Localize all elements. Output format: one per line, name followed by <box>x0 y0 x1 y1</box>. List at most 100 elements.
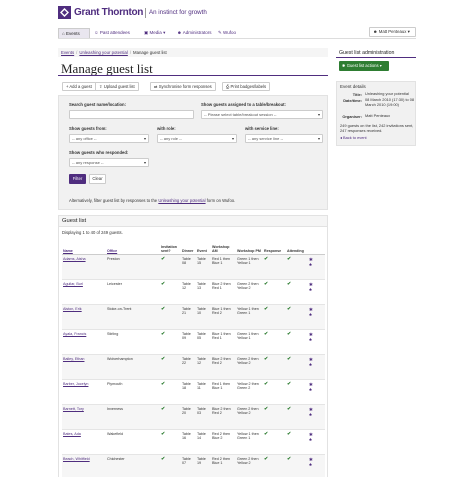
response-cell: ✔ <box>263 254 286 280</box>
breadcrumb-separator: / <box>129 50 132 55</box>
back-to-event-link[interactable]: ◂ Back to event <box>340 135 367 140</box>
users-icon[interactable]: ♣ <box>309 312 324 317</box>
invitation-sent-cell: ✔ <box>160 454 181 477</box>
dinner-cell: Table 09 <box>181 329 196 355</box>
role-select[interactable]: -- any role -- ▾ <box>157 134 237 143</box>
office-select[interactable]: -- any office -- ▾ <box>69 134 149 143</box>
workshop-am-cell: Red 1 then Blue 1 <box>211 254 236 280</box>
check-icon: ✔ <box>264 380 269 387</box>
guest-name-link[interactable]: Aguilar, Burl <box>63 282 83 286</box>
nav-media[interactable]: ▣ Media ▾ <box>141 28 168 38</box>
workshop-am-cell: Blue 2 then Red 2 <box>211 354 236 380</box>
breadcrumb-separator: / <box>76 50 78 55</box>
nav-administrators[interactable]: ☻ Administrators <box>174 28 215 38</box>
dinner-cell: Table 08 <box>181 254 196 280</box>
breadcrumb-events[interactable]: Events <box>61 50 74 55</box>
attending-cell: ✔ <box>286 254 308 280</box>
check-icon: ✔ <box>264 405 269 412</box>
guest-name-link[interactable]: Bates, Ada <box>63 432 81 436</box>
search-input[interactable] <box>69 110 194 119</box>
users-icon[interactable]: ♣ <box>309 362 324 367</box>
wufoo-filter-note: Alternatively, filter guest list by resp… <box>69 198 235 203</box>
user-menu[interactable]: ☻ Matt Penteaux ▾ <box>369 27 416 37</box>
add-guest-button[interactable]: + Add a guest <box>62 82 96 91</box>
users-icon[interactable]: ♣ <box>309 437 324 442</box>
guest-list-actions-button[interactable]: ✱ Guest list actions ▾ <box>339 61 389 71</box>
assigned-select[interactable]: -- Please select table/breakout session … <box>201 110 323 119</box>
upload-guest-list-button[interactable]: ⇧ Upload guest list <box>95 82 139 91</box>
check-icon: ✔ <box>264 430 269 437</box>
blank-cell <box>152 329 160 355</box>
dinner-cell: Table 22 <box>181 354 196 380</box>
response-cell: ✔ <box>263 354 286 380</box>
actions-cell: ✱ ♣ <box>308 254 325 280</box>
column-header-workshop-pm: Workshop PM <box>236 240 263 255</box>
column-header-office[interactable]: Office <box>106 240 152 255</box>
workshop-pm-cell: Yellow 2 then Green 2 <box>236 379 263 405</box>
wufoo-form-link[interactable]: Unleashing your potential <box>158 198 205 203</box>
nav-wufoo[interactable]: ✎ Wufoo <box>215 28 239 38</box>
users-icon[interactable]: ♣ <box>309 337 324 342</box>
check-icon: ✔ <box>264 455 269 462</box>
guest-name-link[interactable]: Barber, Jocelyn <box>63 382 88 386</box>
blank-cell <box>152 354 160 380</box>
filter-button[interactable]: Filter <box>69 174 86 184</box>
check-icon: ✔ <box>287 455 292 462</box>
office-cell: Inverness <box>106 404 152 430</box>
organiser-value: Matt Penteaux <box>365 113 391 118</box>
check-icon: ✔ <box>287 280 292 287</box>
check-icon: ✔ <box>264 280 269 287</box>
check-icon: ✔ <box>161 355 166 362</box>
nav-label: Wufoo <box>223 30 236 35</box>
nav-past-attendees[interactable]: ☺ Past attendees <box>91 28 133 38</box>
responded-label: Show guests who responded: <box>69 150 129 155</box>
workshop-am-cell: Red 2 then Blue 1 <box>211 454 236 477</box>
guest-name-link[interactable]: Alston, Erik <box>63 307 82 311</box>
guest-name-link[interactable]: Barnett, Tory <box>63 407 84 411</box>
breadcrumb: Events / Unleashing your potential / Manage … <box>58 48 328 57</box>
users-icon[interactable]: ♣ <box>309 412 324 417</box>
synchronise-responses-button[interactable]: ⇄ Synchronise form responses <box>150 82 216 91</box>
guest-name-link[interactable]: Bailey, Ethan <box>63 357 84 361</box>
check-icon: ✔ <box>287 380 292 387</box>
invitation-sent-cell: ✔ <box>160 304 181 330</box>
workshop-am-cell: Red 2 then Blue 2 <box>211 429 236 455</box>
column-header-label[interactable]: Office <box>107 249 117 253</box>
office-cell: Stirling <box>106 329 152 355</box>
guest-name-link[interactable]: Beach, Whitfield <box>63 457 90 461</box>
workshop-am-cell: Blue 2 then Red 2 <box>211 404 236 430</box>
attending-cell: ✔ <box>286 329 308 355</box>
table-row: Ayala, Francis Stirling ✔ Table 09 Table 05 B… <box>62 329 325 355</box>
print-badges-button[interactable]: ⎙ Print badges/labels <box>222 82 271 91</box>
workshop-am-cell: Blue 2 then Red 1 <box>211 279 236 305</box>
office-cell: Preston <box>106 254 152 280</box>
nav-events[interactable]: ⌂ Events <box>58 28 90 38</box>
invitation-sent-cell: ✔ <box>160 254 181 280</box>
users-icon[interactable]: ♣ <box>309 287 324 292</box>
guest-name-cell: Bailey, Ethan <box>62 354 106 380</box>
sidebar-divider <box>336 57 416 58</box>
users-icon[interactable]: ♣ <box>309 462 324 467</box>
attending-cell: ✔ <box>286 379 308 405</box>
sync-icon: ⇄ <box>154 84 158 89</box>
table-row: Bailey, Ethan Wolverhampton ✔ Table 22 Table… <box>62 354 325 380</box>
breadcrumb-event[interactable]: Unleashing your potential <box>79 50 128 55</box>
select-value: -- any response -- <box>72 160 104 165</box>
responded-select[interactable]: -- any response -- ▾ <box>69 158 149 167</box>
brand-name: Grant Thornton <box>74 7 144 18</box>
guest-name-link[interactable]: Ayala, Francis <box>63 332 86 336</box>
users-icon[interactable]: ♣ <box>309 387 324 392</box>
event-cell: Table 14 <box>196 429 211 455</box>
site-header: Grant Thornton An instinct for growth <box>0 0 474 30</box>
users-icon[interactable]: ♣ <box>309 262 324 267</box>
service-line-select[interactable]: -- any service line -- ▾ <box>245 134 323 143</box>
check-icon: ✔ <box>161 405 166 412</box>
column-header-name[interactable]: Name <box>62 240 106 255</box>
clear-button[interactable]: Clear <box>89 174 106 184</box>
column-header-label[interactable]: Name <box>63 249 73 253</box>
print-icon: ⎙ <box>226 84 230 89</box>
note-text: Alternatively, filter guest list by resp… <box>69 198 159 203</box>
guest-name-link[interactable]: Adams, Aisha <box>63 257 86 261</box>
event-cell: Table 05 <box>196 329 211 355</box>
table-row: Aguilar, Burl Leicester ✔ Table 12 Table 13 B… <box>62 279 325 305</box>
